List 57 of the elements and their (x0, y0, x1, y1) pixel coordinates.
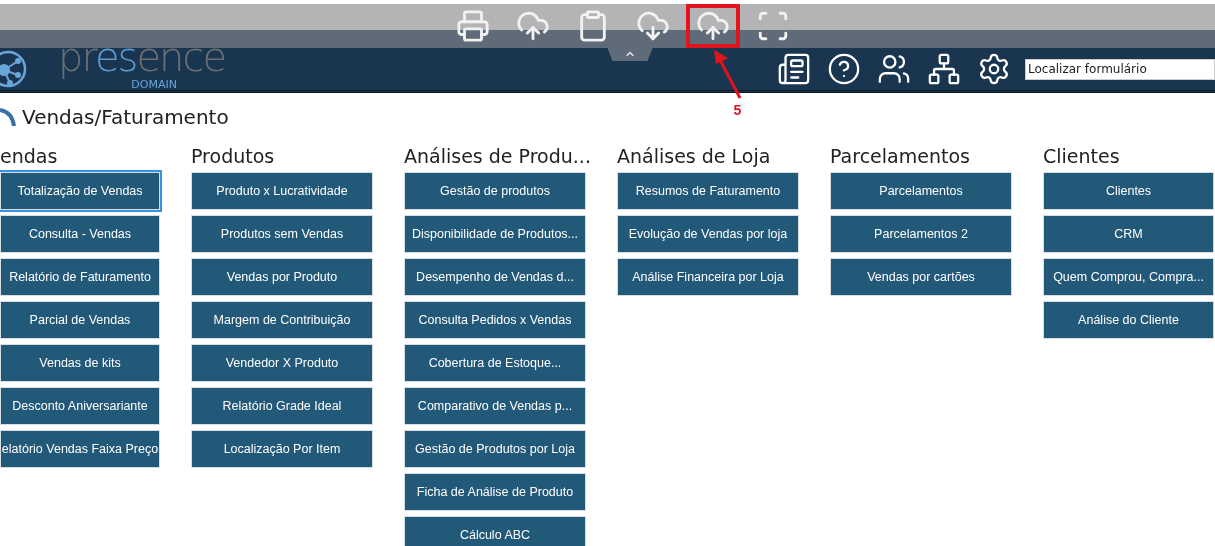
menu-tile[interactable]: Vendas de kits (0, 344, 160, 382)
menu-tile[interactable]: Totalização de Vendas (0, 172, 160, 210)
annotation-label: 5 (733, 102, 742, 118)
menu-tile[interactable]: Vendas por Produto (191, 258, 373, 296)
menu-tile[interactable]: Consulta Pedidos x Vendas (404, 301, 586, 339)
people-icon[interactable] (877, 52, 911, 86)
group-heading: Parcelamentos (830, 144, 970, 169)
menu-tile[interactable]: Clientes (1043, 172, 1214, 210)
group-heading: Análises de Loja (617, 144, 771, 169)
group-heading: Produtos (191, 144, 275, 169)
menu-tile[interactable]: CRM (1043, 215, 1214, 253)
menu-tile[interactable]: Resumos de Faturamento (617, 172, 799, 210)
network-icon[interactable] (927, 52, 961, 86)
cloud-upload-icon (695, 9, 730, 43)
menu-tile[interactable]: Parcial de Vendas (0, 301, 160, 339)
menu-tile[interactable]: Relatório Grade Ideal (191, 387, 373, 425)
logo-subtitle: DOMAIN (131, 77, 177, 91)
group-heading: Análises de Produ... (404, 144, 591, 169)
menu-tile[interactable]: Análise do Cliente (1043, 301, 1214, 339)
menu-tile[interactable]: Cobertura de Estoque... (404, 344, 586, 382)
menu-tile[interactable]: Cálculo ABC (404, 516, 586, 546)
menu-tile[interactable]: Evolução de Vendas por loja (617, 215, 799, 253)
help-icon[interactable] (827, 52, 861, 86)
menu-tile[interactable]: Margem de Contribuição (191, 301, 373, 339)
logo-icon (0, 49, 28, 89)
group-heading: endas (0, 144, 58, 169)
section-icon (0, 106, 16, 128)
cloud-upload-icon (515, 9, 550, 43)
menu-tile[interactable]: Gestão de produtos (404, 172, 586, 210)
group-heading: Clientes (1043, 144, 1120, 169)
menu-tile[interactable]: Produto x Lucratividade (191, 172, 373, 210)
logo-wordmark: presence (58, 33, 225, 80)
menu-tile[interactable]: Consulta - Vendas (0, 215, 160, 253)
menu-tile[interactable]: Parcelamentos (830, 172, 1012, 210)
menu-tile[interactable]: Análise Financeira por Loja (617, 258, 799, 296)
menu-tile[interactable]: Comparativo de Vendas p... (404, 387, 586, 425)
cloud-download-icon (635, 9, 670, 43)
search-field[interactable]: Localizar formulário (1025, 58, 1215, 80)
settings-icon[interactable] (977, 52, 1011, 86)
menu-tile[interactable]: elatório Vendas Faixa Preço (0, 430, 160, 468)
menu-tile[interactable]: Quem Comprou, Compra... (1043, 258, 1214, 296)
highlight-frame (685, 4, 740, 48)
annotation-arrow (711, 50, 742, 100)
menu-tile[interactable]: Relatório de Faturamento (0, 258, 160, 296)
menu-tile[interactable]: Vendedor X Produto (191, 344, 373, 382)
page-title: Vendas/Faturamento (22, 105, 229, 129)
menu-tile[interactable]: Disponibilidade de Produtos... (404, 215, 586, 253)
menu-tile[interactable]: Gestão de Produtos por Loja (404, 430, 586, 468)
menu-tile[interactable]: Desempenho de Vendas d... (404, 258, 586, 296)
newspaper-icon[interactable] (777, 52, 811, 86)
menu-tile[interactable]: Desconto Aniversariante (0, 387, 160, 425)
menu-tile[interactable]: Localização Por Item (191, 430, 373, 468)
menu-tile[interactable]: Vendas por cartões (830, 258, 1012, 296)
menu-tile[interactable]: Ficha de Análise de Produto (404, 473, 586, 511)
menu-tile[interactable]: Produtos sem Vendas (191, 215, 373, 253)
menu-tile[interactable]: Parcelamentos 2 (830, 215, 1012, 253)
printer-icon (455, 9, 490, 43)
